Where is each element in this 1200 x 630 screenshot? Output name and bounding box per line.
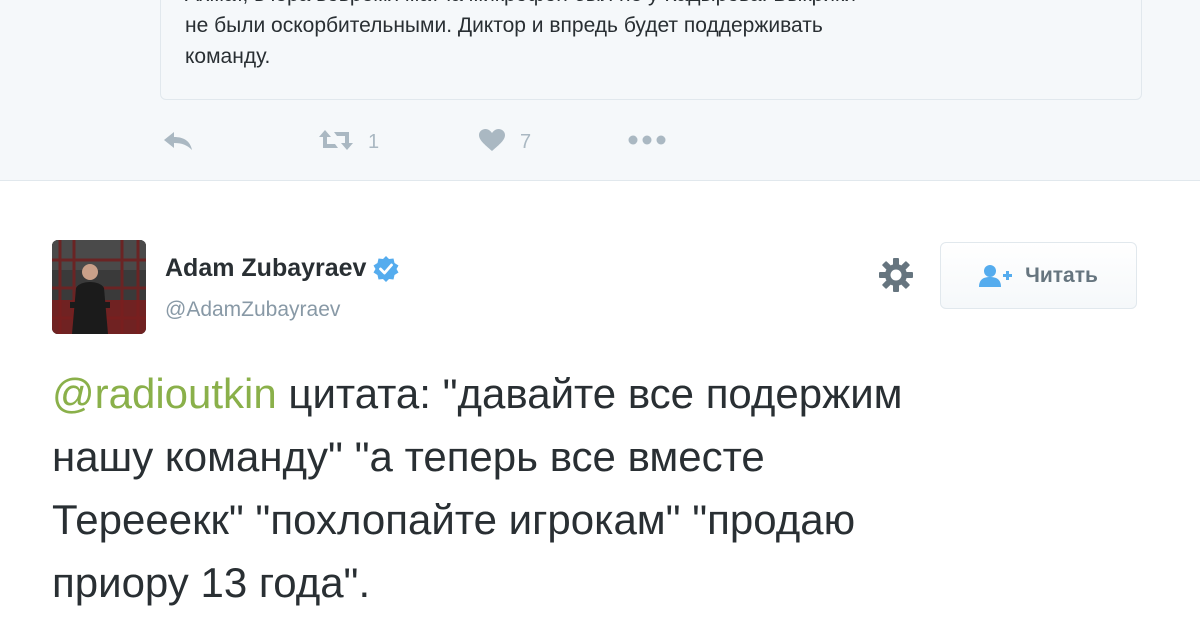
quoted-tweet-box[interactable]: Ахмат, вчера вовремя матча микрофон был … bbox=[160, 0, 1142, 100]
tweet-actions: 1 7 bbox=[160, 122, 760, 162]
follow-button[interactable]: Читать bbox=[940, 242, 1137, 309]
heart-icon bbox=[478, 128, 506, 157]
mention-link[interactable]: @radioutkin bbox=[52, 370, 277, 417]
avatar[interactable] bbox=[52, 240, 146, 334]
tweet-text: @radioutkin цитата: "давайте все подержи… bbox=[52, 362, 1152, 614]
quoted-tweet-line-1: Ахмат, вчера вовремя матча микрофон был … bbox=[185, 0, 1115, 10]
gear-icon bbox=[878, 257, 914, 298]
verified-badge-icon bbox=[372, 255, 400, 283]
follow-label: Читать bbox=[1025, 263, 1098, 287]
author-name-text: Adam Zubayraev bbox=[165, 254, 367, 282]
reply-icon bbox=[162, 128, 194, 157]
tweet-line-4: приору 13 года". bbox=[52, 559, 371, 606]
quoted-tweet-line-2: не были оскорбительными. Диктор и впредь… bbox=[185, 14, 823, 37]
retweet-count: 1 bbox=[368, 130, 380, 153]
like-button[interactable]: 7 bbox=[478, 122, 531, 162]
reply-button[interactable] bbox=[162, 122, 194, 162]
quoted-tweet-text: Ахмат, вчера вовремя матча микрофон был … bbox=[185, 0, 1115, 72]
tweet-line-1-text: цитата: "давайте все подержим bbox=[276, 370, 903, 417]
previous-tweet-section: Ахмат, вчера вовремя матча микрофон был … bbox=[0, 0, 1200, 181]
like-count: 7 bbox=[520, 130, 532, 153]
author-handle[interactable]: @AdamZubayraev bbox=[165, 298, 340, 322]
retweet-icon bbox=[318, 128, 354, 157]
add-user-icon bbox=[979, 264, 1013, 287]
more-button[interactable] bbox=[627, 122, 667, 162]
tweet-line-3: Терееекк" "похлопайте игрокам" "продаю bbox=[52, 496, 856, 543]
more-icon bbox=[627, 133, 667, 151]
settings-button[interactable] bbox=[876, 257, 916, 297]
tweet-line-1: @radioutkin цитата: "давайте все подержи… bbox=[52, 362, 1152, 425]
quoted-tweet-line-3: команду. bbox=[185, 45, 271, 68]
retweet-button[interactable]: 1 bbox=[318, 122, 379, 162]
tweet-line-2: нашу команду" "а теперь все вместе bbox=[52, 433, 765, 480]
author-name[interactable]: Adam Zubayraev bbox=[165, 254, 400, 283]
